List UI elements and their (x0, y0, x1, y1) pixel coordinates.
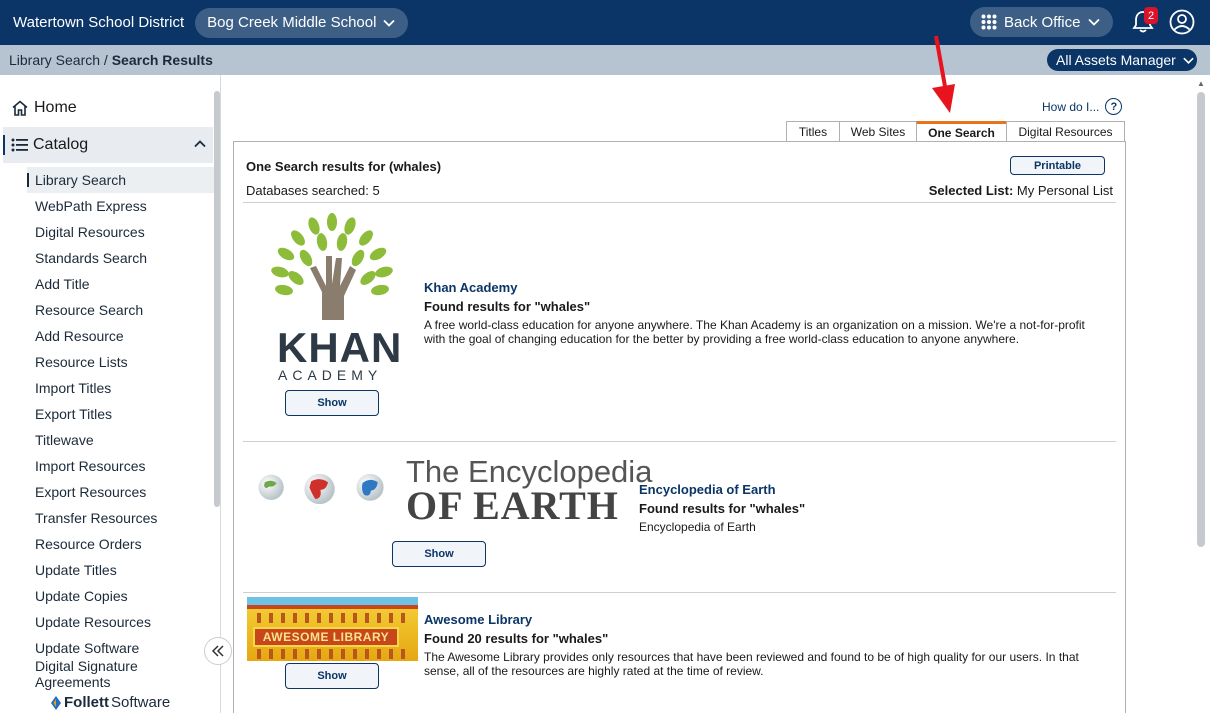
entry-desc-khan-1: A free world-class education for anyone … (424, 318, 1085, 332)
awesome-logo-banner: AWESOME LIBRARY (253, 627, 399, 647)
collapse-sidebar-button[interactable] (204, 637, 232, 665)
khan-logo-sub: ACADEMY (278, 367, 383, 383)
tab-titles[interactable]: Titles (786, 121, 840, 142)
sidebar-item-transfer-resources[interactable]: Transfer Resources (0, 505, 214, 531)
notification-badge: 2 (1144, 7, 1158, 24)
entry-title-earth[interactable]: Encyclopedia of Earth (639, 482, 776, 497)
entry-found-awesome: Found 20 results for "whales" (424, 631, 609, 646)
back-office-label: Back Office (1004, 13, 1081, 31)
scroll-up-arrow-icon[interactable]: ▲ (1197, 80, 1205, 88)
active-indicator (3, 135, 5, 155)
entry-title-awesome[interactable]: Awesome Library (424, 612, 532, 627)
selected-list: Selected List: My Personal List (929, 183, 1113, 198)
grid-icon (981, 14, 997, 30)
sidebar-item-import-titles[interactable]: Import Titles (0, 375, 214, 401)
results-panel: One Search results for (whales) Printabl… (233, 141, 1126, 713)
divider (243, 592, 1116, 593)
entry-found-earth: Found results for "whales" (639, 501, 806, 516)
catalog-submenu: Library Search WebPath Express Digital R… (0, 167, 214, 690)
sidebar: Home Catalog Library Search WebPath Expr… (0, 75, 232, 713)
help-icon: ? (1105, 98, 1123, 115)
entry-desc-khan-2: with the goal of changing education for … (424, 332, 1020, 346)
entry-title-khan[interactable]: Khan Academy (424, 280, 517, 295)
databases-searched: Databases searched: 5 (246, 183, 380, 198)
school-selector[interactable]: Bog Creek Middle School (195, 7, 409, 38)
sidebar-scrollbar[interactable] (214, 91, 220, 507)
nav-catalog-label: Catalog (33, 136, 89, 153)
entry-desc-awesome-1: The Awesome Library provides only resour… (424, 650, 1079, 664)
sidebar-item-resource-lists[interactable]: Resource Lists (0, 349, 214, 375)
follett-logo: Follett Software (50, 694, 170, 711)
district-name[interactable]: Watertown School District (13, 14, 184, 31)
show-button-khan[interactable]: Show (285, 390, 379, 416)
assets-manager-selector[interactable]: All Assets Manager (1047, 49, 1197, 71)
school-name: Bog Creek Middle School (207, 14, 377, 31)
khan-logo-word: KHAN (277, 324, 403, 371)
sidebar-item-add-resource[interactable]: Add Resource (0, 323, 214, 349)
breadcrumb-parent[interactable]: Library Search (9, 52, 100, 68)
sidebar-item-update-titles[interactable]: Update Titles (0, 557, 214, 583)
breadcrumb-current: Search Results (111, 52, 213, 68)
sidebar-item-digital-signature-agreements[interactable]: Digital Signature Agreements (0, 658, 214, 690)
main-scrollbar[interactable] (1197, 92, 1205, 547)
entry-found-khan: Found results for "whales" (424, 299, 591, 314)
sidebar-item-digital-resources[interactable]: Digital Resources (0, 219, 214, 245)
double-chevron-left-icon (211, 645, 224, 657)
back-office-button[interactable]: Back Office (970, 7, 1113, 37)
chevron-down-icon (383, 19, 396, 27)
sidebar-item-import-resources[interactable]: Import Resources (0, 453, 214, 479)
selected-list-label: Selected List: (928, 183, 1014, 198)
sidebar-item-update-copies[interactable]: Update Copies (0, 583, 214, 609)
sidebar-item-export-resources[interactable]: Export Resources (0, 479, 214, 505)
chevron-down-icon (1088, 18, 1101, 26)
tab-one-search[interactable]: One Search (916, 121, 1007, 142)
nav-home[interactable]: Home (11, 99, 77, 117)
chevron-up-icon[interactable] (193, 137, 207, 151)
nav-catalog[interactable]: Catalog (3, 127, 213, 163)
sidebar-item-export-titles[interactable]: Export Titles (0, 401, 214, 427)
breadcrumb-separator: / (100, 52, 112, 68)
results-title: One Search results for (whales) (246, 159, 442, 174)
sidebar-item-titlewave[interactable]: Titlewave (0, 427, 214, 453)
help-link[interactable]: How do I... ? (1042, 98, 1123, 115)
follett-brand-bold: Follett (64, 694, 109, 711)
tab-digital-resources[interactable]: Digital Resources (1006, 121, 1125, 142)
entry-desc-earth: Encyclopedia of Earth (639, 520, 756, 534)
sidebar-item-webpath-express[interactable]: WebPath Express (0, 193, 214, 219)
divider (243, 202, 1116, 203)
breadcrumb-bar: Library Search / Search Results (0, 45, 1210, 75)
chevron-down-icon (1183, 57, 1194, 64)
printable-button[interactable]: Printable (1010, 156, 1105, 175)
show-button-earth[interactable]: Show (392, 541, 486, 567)
breadcrumb: Library Search / Search Results (9, 52, 213, 68)
follett-brand-rest: Software (111, 694, 171, 711)
sidebar-item-resource-search[interactable]: Resource Search (0, 297, 214, 323)
sidebar-item-library-search[interactable]: Library Search (27, 167, 214, 193)
divider (243, 441, 1116, 442)
encyclopedia-of-earth-logo-icon (258, 473, 384, 505)
sidebar-item-standards-search[interactable]: Standards Search (0, 245, 214, 271)
sidebar-item-update-resources[interactable]: Update Resources (0, 609, 214, 635)
sidebar-item-add-title[interactable]: Add Title (0, 271, 214, 297)
assets-manager-label: All Assets Manager (1056, 52, 1176, 68)
selected-list-value[interactable]: My Personal List (1013, 183, 1113, 198)
list-icon (11, 138, 28, 152)
user-account-icon[interactable] (1169, 9, 1195, 35)
show-button-awesome[interactable]: Show (285, 663, 379, 689)
earth-logo-line2: OF EARTH (406, 483, 619, 528)
follett-mark-icon (51, 695, 61, 710)
entry-desc-awesome-2: sense, all of the resources are highly r… (424, 664, 764, 678)
tab-web-sites[interactable]: Web Sites (839, 121, 917, 142)
nav-home-label: Home (34, 99, 77, 116)
help-link-label: How do I... (1042, 99, 1100, 114)
result-tabs: Titles Web Sites One Search Digital Reso… (786, 121, 1125, 142)
red-arrow-annotation-icon (932, 35, 955, 113)
sidebar-item-resource-orders[interactable]: Resource Orders (0, 531, 214, 557)
home-icon (12, 100, 28, 116)
